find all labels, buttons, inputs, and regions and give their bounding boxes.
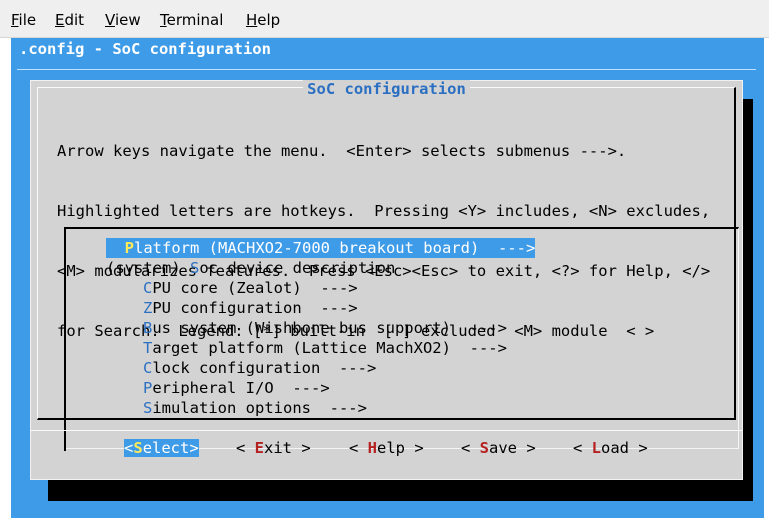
help-button[interactable]: < Help > — [349, 439, 424, 457]
menu-list-corner — [64, 403, 66, 451]
menu-view[interactable]: View — [105, 11, 141, 29]
menu-item-bus-system[interactable]: Bus system (Wishbone bus support) ---> — [143, 318, 507, 338]
select-button[interactable]: <Select> — [124, 439, 199, 457]
menu-item-peripheral-io[interactable]: Peripheral I/O ---> — [143, 378, 330, 398]
terminal-bottom-edge — [11, 512, 764, 518]
menu-terminal[interactable]: Terminal — [160, 11, 223, 29]
help-line: Highlighted letters are hotkeys. Pressin… — [57, 202, 711, 220]
save-button[interactable]: < Save > — [461, 439, 536, 457]
button-divider — [31, 430, 742, 431]
config-dialog: SoC configuration Arrow keys navigate th… — [30, 80, 743, 480]
help-line: Arrow keys navigate the menu. <Enter> se… — [57, 142, 627, 160]
title-divider — [17, 69, 756, 70]
menu-edit[interactable]: Edit — [55, 11, 84, 29]
load-button[interactable]: < Load > — [573, 439, 648, 457]
menu-item-clock-configuration[interactable]: Clock configuration ---> — [143, 358, 376, 378]
menu-bar: File Edit View Terminal Help — [0, 0, 769, 38]
dialog-title: SoC configuration — [31, 80, 742, 98]
terminal-title: .config - SoC configuration — [19, 40, 271, 58]
menu-item-simulation-options[interactable]: Simulation options ---> — [143, 398, 367, 418]
terminal-window[interactable]: .config - SoC configuration SoC configur… — [11, 38, 764, 518]
exit-button[interactable]: < Exit > — [236, 439, 311, 457]
menu-item-zpu-configuration[interactable]: ZPU configuration ---> — [143, 298, 358, 318]
menu-item-target-platform[interactable]: Target platform (Lattice MachXO2) ---> — [143, 338, 507, 358]
menu-item-platform[interactable]: Platform (MACHXO2-7000 breakout board) -… — [106, 238, 536, 258]
menu-file[interactable]: File — [11, 11, 36, 29]
menu-item-cpu-core[interactable]: CPU core (Zealot) ---> — [143, 278, 358, 298]
menu-help[interactable]: Help — [246, 11, 280, 29]
menu-item-soc-device-description[interactable]: (system) Soc device description — [106, 258, 395, 278]
